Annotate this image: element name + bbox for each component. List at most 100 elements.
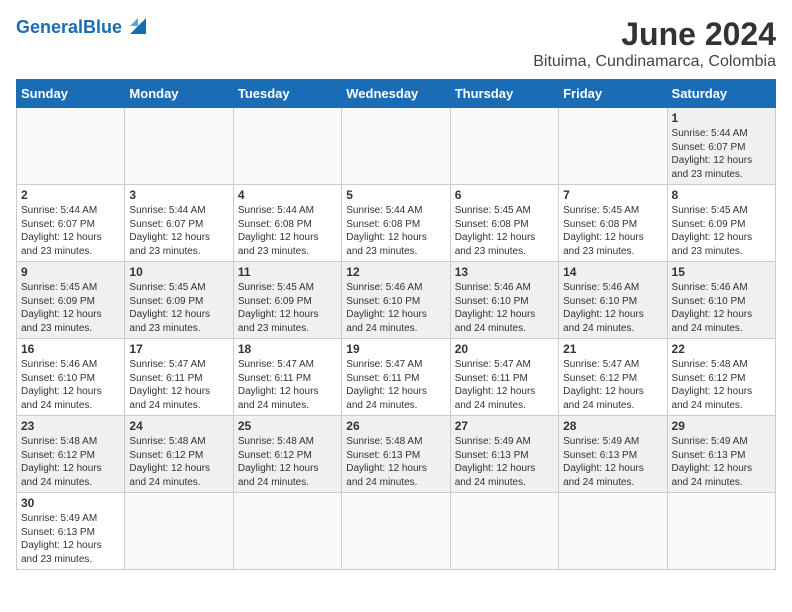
calendar-cell bbox=[342, 108, 450, 185]
calendar-cell: 22Sunrise: 5:48 AM Sunset: 6:12 PM Dayli… bbox=[667, 339, 775, 416]
day-info: Sunrise: 5:45 AM Sunset: 6:09 PM Dayligh… bbox=[238, 281, 337, 335]
day-info: Sunrise: 5:44 AM Sunset: 6:08 PM Dayligh… bbox=[346, 204, 445, 258]
calendar-cell bbox=[233, 493, 341, 570]
calendar-cell: 2 Sunrise: 5:44 AM Sunset: 6:07 PM Daylig… bbox=[17, 185, 125, 262]
day-number: 24 bbox=[129, 419, 228, 433]
calendar-week-row: 2 Sunrise: 5:44 AM Sunset: 6:07 PM Daylig… bbox=[17, 185, 776, 262]
calendar-cell bbox=[450, 108, 558, 185]
calendar-cell: 18 Sunrise: 5:47 AM Sunset: 6:11 PM Dayli… bbox=[233, 339, 341, 416]
column-header-wednesday: Wednesday bbox=[342, 80, 450, 108]
day-info: Sunrise: 5:44 AM Sunset: 6:07 PM Dayligh… bbox=[672, 127, 771, 181]
day-number: 28 bbox=[563, 419, 662, 433]
day-number: 17 bbox=[129, 342, 228, 356]
day-number: 18 bbox=[238, 342, 337, 356]
calendar-cell: 17 Sunrise: 5:47 AM Sunset: 6:11 PM Dayli… bbox=[125, 339, 233, 416]
logo-icon bbox=[124, 12, 152, 40]
location-subtitle: Bituima, Cundinamarca, Colombia bbox=[533, 53, 776, 71]
day-info: Sunrise: 5:44 AM Sunset: 6:07 PM Dayligh… bbox=[21, 204, 120, 258]
calendar-cell: 28Sunrise: 5:49 AM Sunset: 6:13 PM Dayli… bbox=[559, 416, 667, 493]
day-number: 6 bbox=[455, 188, 554, 202]
calendar-cell: 1 Sunrise: 5:44 AM Sunset: 6:07 PM Daylig… bbox=[667, 108, 775, 185]
day-info: Sunrise: 5:47 AM Sunset: 6:11 PM Dayligh… bbox=[238, 358, 337, 412]
logo: GeneralBlue bbox=[16, 16, 152, 40]
logo-text: GeneralBlue bbox=[16, 18, 122, 38]
day-number: 26 bbox=[346, 419, 445, 433]
day-number: 12 bbox=[346, 265, 445, 279]
calendar-cell bbox=[450, 493, 558, 570]
day-number: 20 bbox=[455, 342, 554, 356]
calendar-week-row: 23Sunrise: 5:48 AM Sunset: 6:12 PM Dayli… bbox=[17, 416, 776, 493]
day-number: 27 bbox=[455, 419, 554, 433]
calendar-week-row: 1 Sunrise: 5:44 AM Sunset: 6:07 PM Daylig… bbox=[17, 108, 776, 185]
calendar-cell: 5 Sunrise: 5:44 AM Sunset: 6:08 PM Daylig… bbox=[342, 185, 450, 262]
column-header-tuesday: Tuesday bbox=[233, 80, 341, 108]
calendar-cell: 10Sunrise: 5:45 AM Sunset: 6:09 PM Dayli… bbox=[125, 262, 233, 339]
calendar-cell: 6 Sunrise: 5:45 AM Sunset: 6:08 PM Daylig… bbox=[450, 185, 558, 262]
calendar-cell: 20 Sunrise: 5:47 AM Sunset: 6:11 PM Dayli… bbox=[450, 339, 558, 416]
calendar-cell: 30Sunrise: 5:49 AM Sunset: 6:13 PM Dayli… bbox=[17, 493, 125, 570]
day-number: 16 bbox=[21, 342, 120, 356]
day-number: 13 bbox=[455, 265, 554, 279]
day-info: Sunrise: 5:49 AM Sunset: 6:13 PM Dayligh… bbox=[455, 435, 554, 489]
day-number: 3 bbox=[129, 188, 228, 202]
day-info: Sunrise: 5:47 AM Sunset: 6:12 PM Dayligh… bbox=[563, 358, 662, 412]
day-info: Sunrise: 5:46 AM Sunset: 6:10 PM Dayligh… bbox=[346, 281, 445, 335]
day-info: Sunrise: 5:45 AM Sunset: 6:08 PM Dayligh… bbox=[455, 204, 554, 258]
calendar-cell: 29 Sunrise: 5:49 AM Sunset: 6:13 PM Dayli… bbox=[667, 416, 775, 493]
calendar-cell: 16 Sunrise: 5:46 AM Sunset: 6:10 PM Dayli… bbox=[17, 339, 125, 416]
column-header-saturday: Saturday bbox=[667, 80, 775, 108]
day-info: Sunrise: 5:48 AM Sunset: 6:12 PM Dayligh… bbox=[238, 435, 337, 489]
day-info: Sunrise: 5:46 AM Sunset: 6:10 PM Dayligh… bbox=[455, 281, 554, 335]
day-info: Sunrise: 5:45 AM Sunset: 6:08 PM Dayligh… bbox=[563, 204, 662, 258]
calendar-cell bbox=[125, 108, 233, 185]
day-info: Sunrise: 5:49 AM Sunset: 6:13 PM Dayligh… bbox=[672, 435, 771, 489]
day-number: 29 bbox=[672, 419, 771, 433]
day-number: 8 bbox=[672, 188, 771, 202]
calendar-cell: 24 Sunrise: 5:48 AM Sunset: 6:12 PM Dayli… bbox=[125, 416, 233, 493]
calendar-cell: 25 Sunrise: 5:48 AM Sunset: 6:12 PM Dayli… bbox=[233, 416, 341, 493]
column-header-monday: Monday bbox=[125, 80, 233, 108]
day-info: Sunrise: 5:48 AM Sunset: 6:12 PM Dayligh… bbox=[129, 435, 228, 489]
day-number: 15 bbox=[672, 265, 771, 279]
day-info: Sunrise: 5:47 AM Sunset: 6:11 PM Dayligh… bbox=[129, 358, 228, 412]
calendar-cell: 9 Sunrise: 5:45 AM Sunset: 6:09 PM Daylig… bbox=[17, 262, 125, 339]
day-info: Sunrise: 5:46 AM Sunset: 6:10 PM Dayligh… bbox=[21, 358, 120, 412]
calendar-cell: 21 Sunrise: 5:47 AM Sunset: 6:12 PM Dayli… bbox=[559, 339, 667, 416]
day-number: 1 bbox=[672, 111, 771, 125]
day-info: Sunrise: 5:48 AM Sunset: 6:13 PM Dayligh… bbox=[346, 435, 445, 489]
day-number: 21 bbox=[563, 342, 662, 356]
day-info: Sunrise: 5:47 AM Sunset: 6:11 PM Dayligh… bbox=[346, 358, 445, 412]
calendar-cell bbox=[559, 108, 667, 185]
calendar-cell: 13 Sunrise: 5:46 AM Sunset: 6:10 PM Dayli… bbox=[450, 262, 558, 339]
day-number: 14 bbox=[563, 265, 662, 279]
day-number: 11 bbox=[238, 265, 337, 279]
day-number: 5 bbox=[346, 188, 445, 202]
calendar-cell: 11 Sunrise: 5:45 AM Sunset: 6:09 PM Dayli… bbox=[233, 262, 341, 339]
day-number: 25 bbox=[238, 419, 337, 433]
day-info: Sunrise: 5:45 AM Sunset: 6:09 PM Dayligh… bbox=[21, 281, 120, 335]
day-info: Sunrise: 5:47 AM Sunset: 6:11 PM Dayligh… bbox=[455, 358, 554, 412]
calendar-cell: 3 Sunrise: 5:44 AM Sunset: 6:07 PM Daylig… bbox=[125, 185, 233, 262]
column-header-thursday: Thursday bbox=[450, 80, 558, 108]
day-number: 9 bbox=[21, 265, 120, 279]
calendar-cell: 14Sunrise: 5:46 AM Sunset: 6:10 PM Dayli… bbox=[559, 262, 667, 339]
day-number: 2 bbox=[21, 188, 120, 202]
calendar-cell: 15 Sunrise: 5:46 AM Sunset: 6:10 PM Dayli… bbox=[667, 262, 775, 339]
calendar-cell bbox=[233, 108, 341, 185]
column-header-friday: Friday bbox=[559, 80, 667, 108]
title-area: June 2024 Bituima, Cundinamarca, Colombi… bbox=[533, 16, 776, 71]
day-info: Sunrise: 5:48 AM Sunset: 6:12 PM Dayligh… bbox=[672, 358, 771, 412]
calendar-week-row: 30Sunrise: 5:49 AM Sunset: 6:13 PM Dayli… bbox=[17, 493, 776, 570]
calendar-cell: 19 Sunrise: 5:47 AM Sunset: 6:11 PM Dayli… bbox=[342, 339, 450, 416]
day-info: Sunrise: 5:46 AM Sunset: 6:10 PM Dayligh… bbox=[672, 281, 771, 335]
calendar-week-row: 9 Sunrise: 5:45 AM Sunset: 6:09 PM Daylig… bbox=[17, 262, 776, 339]
day-info: Sunrise: 5:45 AM Sunset: 6:09 PM Dayligh… bbox=[672, 204, 771, 258]
day-info: Sunrise: 5:44 AM Sunset: 6:07 PM Dayligh… bbox=[129, 204, 228, 258]
calendar-cell bbox=[17, 108, 125, 185]
day-number: 4 bbox=[238, 188, 337, 202]
calendar-cell bbox=[125, 493, 233, 570]
calendar-cell bbox=[342, 493, 450, 570]
calendar-cell: 12 Sunrise: 5:46 AM Sunset: 6:10 PM Dayli… bbox=[342, 262, 450, 339]
day-number: 19 bbox=[346, 342, 445, 356]
calendar-cell: 23Sunrise: 5:48 AM Sunset: 6:12 PM Dayli… bbox=[17, 416, 125, 493]
